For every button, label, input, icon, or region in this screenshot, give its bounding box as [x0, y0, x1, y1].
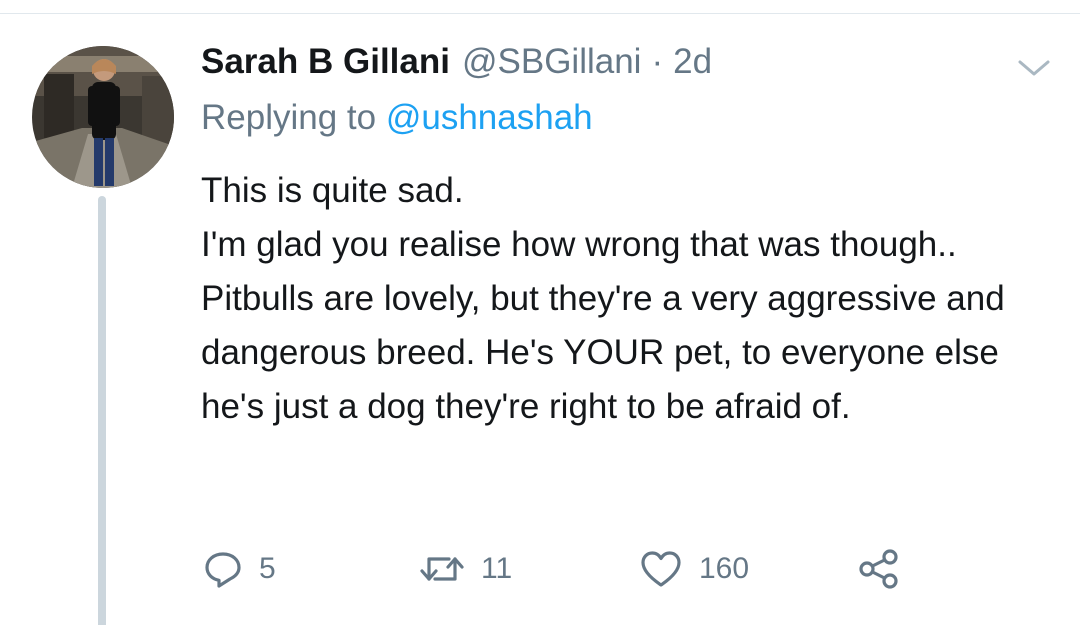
- tweet-header: Sarah B Gillani @SBGillani · 2d: [201, 42, 712, 92]
- author-handle[interactable]: @SBGillani: [462, 42, 641, 82]
- like-button[interactable]: 160: [639, 542, 749, 596]
- reply-icon: [203, 549, 243, 589]
- tweet-text: This is quite sad. I'm glad you realise …: [201, 164, 1051, 434]
- replying-prefix: Replying to: [201, 98, 377, 137]
- thread-connector: [98, 196, 106, 625]
- header-separator: ·: [651, 42, 664, 81]
- retweet-button[interactable]: 11: [419, 542, 512, 596]
- top-divider: [0, 0, 1080, 14]
- avatar-photo: [32, 46, 174, 188]
- reply-button[interactable]: 5: [203, 542, 276, 596]
- author-name[interactable]: Sarah B Gillani: [201, 42, 450, 82]
- share-button[interactable]: [857, 542, 901, 596]
- tweet-text-line: This is quite sad.: [201, 171, 464, 210]
- retweet-icon: [419, 549, 465, 589]
- reply-count: 5: [259, 552, 276, 585]
- chevron-down-icon[interactable]: [1014, 52, 1054, 84]
- tweet-timestamp[interactable]: 2d: [673, 42, 712, 82]
- tweet-text-paragraph: I'm glad you realise how wrong that was …: [201, 225, 1005, 426]
- replying-to: Replying to @ushnashah: [201, 98, 593, 138]
- replying-to-link[interactable]: @ushnashah: [386, 98, 593, 137]
- share-icon: [857, 549, 901, 589]
- retweet-count: 11: [481, 552, 513, 585]
- tweet-actions: 5 11 160: [203, 542, 923, 596]
- avatar[interactable]: [32, 46, 174, 188]
- like-count: 160: [699, 552, 750, 585]
- heart-icon: [639, 549, 683, 589]
